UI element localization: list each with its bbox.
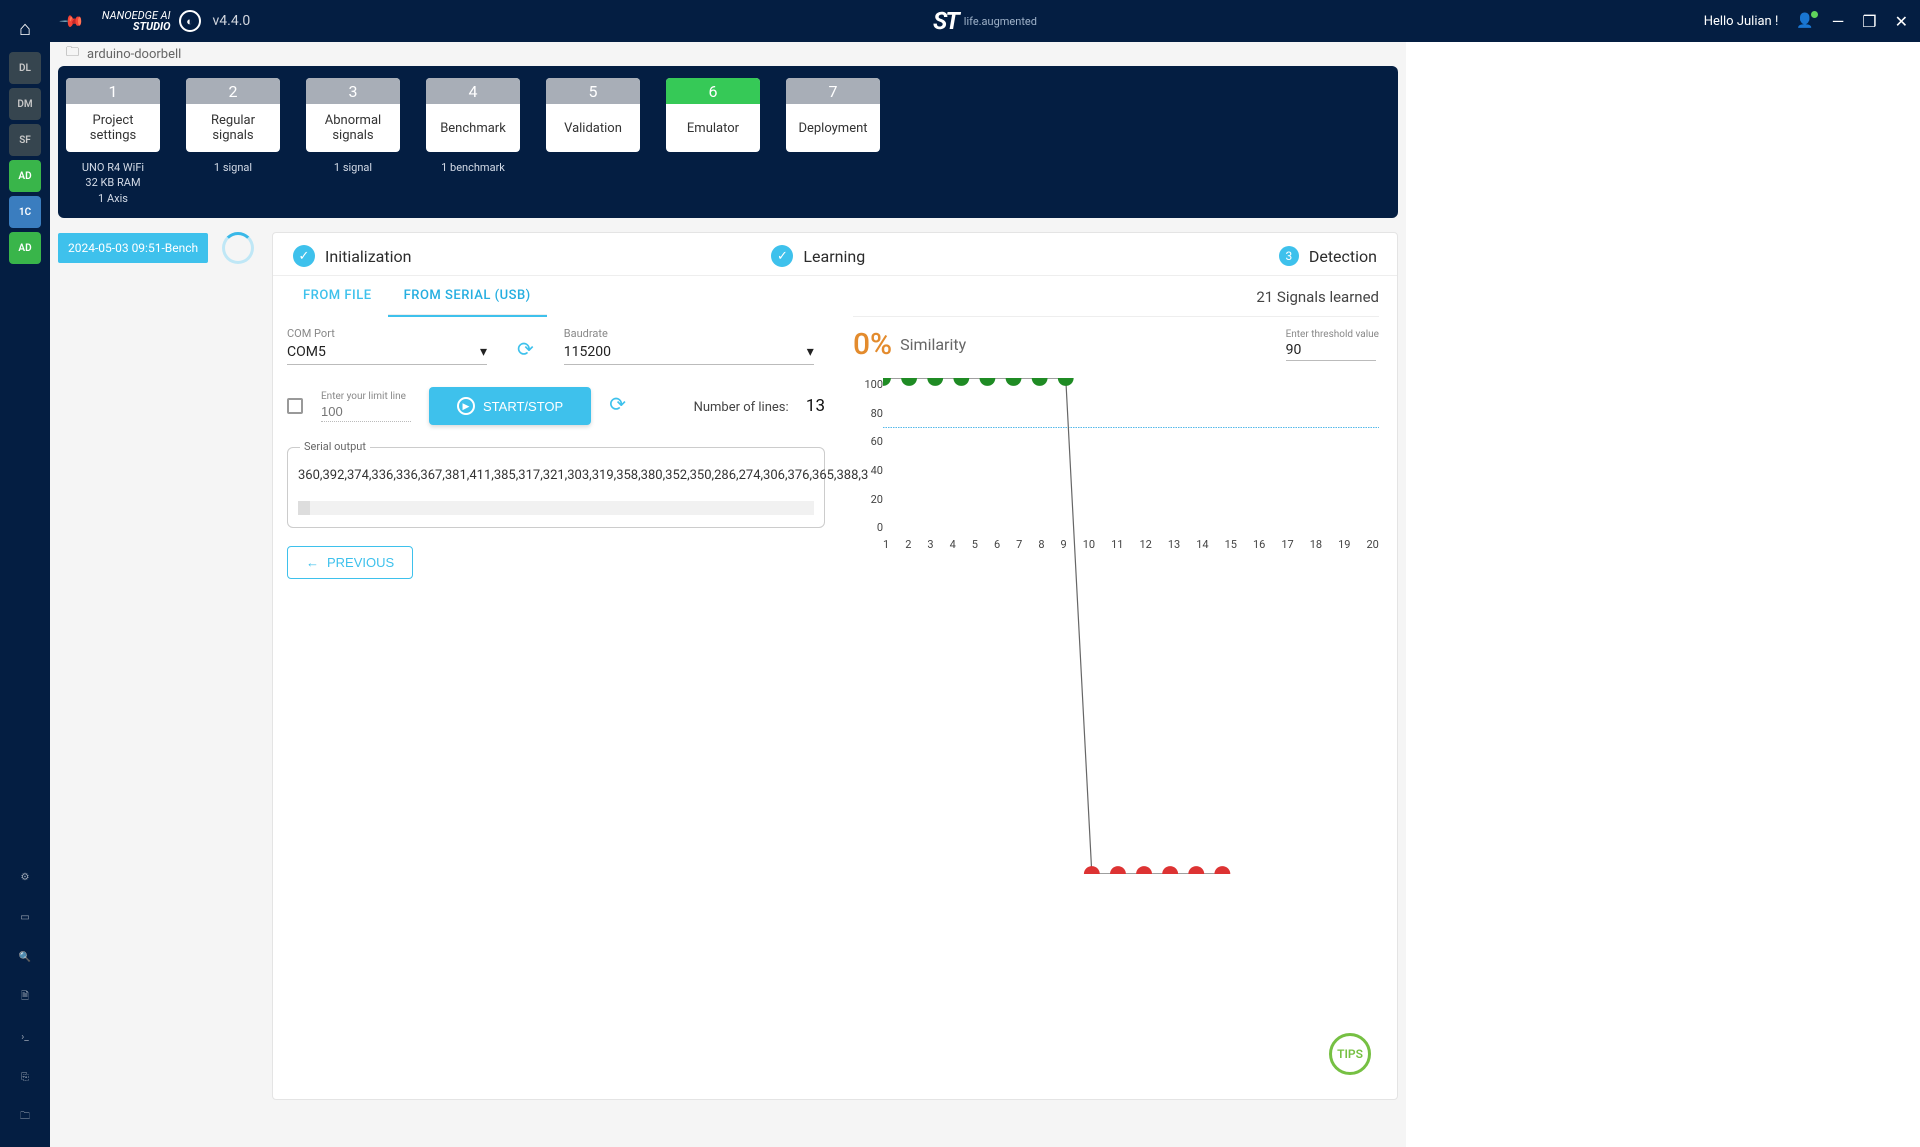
check-icon: ✓ xyxy=(771,245,793,267)
start-stop-button[interactable]: ▶ START/STOP xyxy=(429,387,591,425)
phase-row: ✓ Initialization ✓ Learning 3 Detection xyxy=(273,233,1397,276)
phase-label: Learning xyxy=(803,247,865,266)
settings-gears-icon[interactable]: ⚙ xyxy=(9,861,41,893)
folder-icon[interactable]: 🗀 xyxy=(9,1101,41,1133)
phase-number-badge: 3 xyxy=(1279,246,1299,266)
arrow-left-icon: ← xyxy=(306,555,319,570)
chevron-down-icon: ▾ xyxy=(807,344,814,360)
export-icon[interactable]: ⎘ xyxy=(9,1061,41,1093)
version-label: v4.4.0 xyxy=(213,13,251,29)
button-label: PREVIOUS xyxy=(327,555,394,570)
emulator-panel: ✓ Initialization ✓ Learning 3 Detection … xyxy=(272,232,1398,1100)
field-label: COM Port xyxy=(287,327,487,340)
user-avatar-icon[interactable]: 👤 xyxy=(1796,13,1813,29)
com-port-value: COM5 xyxy=(287,344,326,360)
field-label: Baudrate xyxy=(564,327,814,340)
close-button[interactable]: ✕ xyxy=(1895,12,1908,31)
phase-label: Initialization xyxy=(325,247,411,266)
pin-icon[interactable]: 📌 xyxy=(58,7,86,35)
chevron-down-icon: ▾ xyxy=(480,344,487,360)
loading-spinner-icon xyxy=(222,232,254,264)
terminal-icon[interactable]: ›_ xyxy=(9,1021,41,1053)
company-brand: ST life.augmented xyxy=(933,7,1037,35)
minimize-button[interactable]: — xyxy=(1832,12,1845,31)
tab-from-file[interactable]: FROM FILE xyxy=(287,276,388,317)
app-name-bottom: STUDIO xyxy=(102,21,171,32)
step-6[interactable]: 6Emulator xyxy=(666,78,760,160)
limit-line-checkbox[interactable] xyxy=(287,398,303,414)
tab-from-serial[interactable]: FROM SERIAL (USB) xyxy=(388,276,547,317)
search-doc-icon[interactable]: 🔍 xyxy=(9,941,41,973)
serial-output-box: Serial output 360,392,374,336,336,367,38… xyxy=(287,447,825,528)
com-port-field[interactable]: COM Port COM5 ▾ xyxy=(287,327,487,365)
field-label: Enter threshold value xyxy=(1286,329,1379,340)
brand-tagline: life.augmented xyxy=(964,15,1037,28)
phase-learning[interactable]: ✓ Learning xyxy=(771,245,865,267)
similarity-label: Similarity xyxy=(900,335,966,354)
lines-label: Number of lines: xyxy=(694,400,789,415)
limit-line-field: Enter your limit line xyxy=(321,391,411,422)
chat-icon[interactable]: ▭ xyxy=(9,901,41,933)
benchmark-list: 2024-05-03 09:51-Bench xyxy=(58,232,260,1100)
document-icon[interactable]: 🗎 xyxy=(9,981,41,1013)
field-label: Enter your limit line xyxy=(321,391,411,402)
folder-icon: 🗀 xyxy=(66,43,79,65)
benchmark-chip[interactable]: 2024-05-03 09:51-Bench xyxy=(58,233,208,263)
serial-output-text: 360,392,374,336,336,367,381,411,385,317,… xyxy=(298,468,814,483)
mini-sidebar: ⌂ DL DM SF AD 1C AD ⚙ ▭ 🔍 🗎 ›_ ⎘ 🗀 xyxy=(0,0,50,1147)
previous-button[interactable]: ← PREVIOUS xyxy=(287,546,413,579)
app-logo-icon: ◐ xyxy=(179,10,201,32)
detection-panel: 21 Signals learned 0% Similarity Enter t… xyxy=(825,276,1397,579)
threshold-field[interactable]: Enter threshold value 90 xyxy=(1286,329,1379,361)
serial-progress-bar xyxy=(298,501,814,515)
limit-line-input[interactable] xyxy=(321,402,411,422)
line-count: Number of lines: 13 xyxy=(694,396,825,416)
baudrate-field[interactable]: Baudrate 115200 ▾ xyxy=(564,327,814,365)
crop-blank xyxy=(1406,0,1920,1147)
phase-detection[interactable]: 3 Detection xyxy=(1279,246,1377,266)
source-tabs: FROM FILE FROM SERIAL (USB) xyxy=(287,276,825,317)
step-2[interactable]: 2Regular signals1 signal xyxy=(186,78,280,175)
app-logo: NANOEDGE AI STUDIO ◐ xyxy=(102,10,201,32)
threshold-value: 90 xyxy=(1286,340,1376,361)
phase-initialization[interactable]: ✓ Initialization xyxy=(293,245,411,267)
play-icon: ▶ xyxy=(457,397,475,415)
breadcrumb: 🗀 arduino-doorbell xyxy=(58,42,1398,66)
button-label: START/STOP xyxy=(483,399,563,414)
similarity-chart: 100806040200 123456789101112131415161718… xyxy=(853,378,1379,558)
project-name: arduino-doorbell xyxy=(87,47,181,62)
sidebar-item-1c[interactable]: 1C xyxy=(9,196,41,228)
check-icon: ✓ xyxy=(293,245,315,267)
step-3[interactable]: 3Abnormal signals1 signal xyxy=(306,78,400,175)
lines-value: 13 xyxy=(806,396,825,416)
serial-input-panel: FROM FILE FROM SERIAL (USB) COM Port COM… xyxy=(273,276,825,579)
step-1[interactable]: 1Project settingsUNO R4 WiFi32 KB RAM1 A… xyxy=(66,78,160,206)
serial-output-title: Serial output xyxy=(300,440,370,453)
workspace: 🗀 arduino-doorbell 1Project settingsUNO … xyxy=(50,42,1406,1147)
st-logo-icon: ST xyxy=(933,7,958,35)
step-4[interactable]: 4Benchmark1 benchmark xyxy=(426,78,520,175)
workflow-steps: 1Project settingsUNO R4 WiFi32 KB RAM1 A… xyxy=(58,66,1398,218)
sidebar-item-dl[interactable]: DL xyxy=(9,52,41,84)
refresh-serial-button[interactable]: ⟳ xyxy=(609,392,626,420)
similarity-value: 0% xyxy=(853,327,892,362)
refresh-com-button[interactable]: ⟳ xyxy=(517,337,534,365)
step-7[interactable]: 7Deployment xyxy=(786,78,880,160)
signals-learned-label: 21 Signals learned xyxy=(853,284,1379,317)
step-5[interactable]: 5Validation xyxy=(546,78,640,160)
home-icon[interactable]: ⌂ xyxy=(9,12,41,44)
tips-button[interactable]: TIPS xyxy=(1329,1033,1371,1075)
greeting-label: Hello Julian ! xyxy=(1704,14,1779,29)
sidebar-item-ad[interactable]: AD xyxy=(9,232,41,264)
phase-label: Detection xyxy=(1309,247,1377,266)
sidebar-item-ad[interactable]: AD xyxy=(9,160,41,192)
maximize-button[interactable]: ❐ xyxy=(1862,12,1876,31)
title-bar: 📌 NANOEDGE AI STUDIO ◐ v4.4.0 ST life.au… xyxy=(50,0,1920,42)
baudrate-value: 115200 xyxy=(564,344,611,360)
tips-label: TIPS xyxy=(1337,1047,1363,1061)
sidebar-item-dm[interactable]: DM xyxy=(9,88,41,120)
sidebar-item-sf[interactable]: SF xyxy=(9,124,41,156)
